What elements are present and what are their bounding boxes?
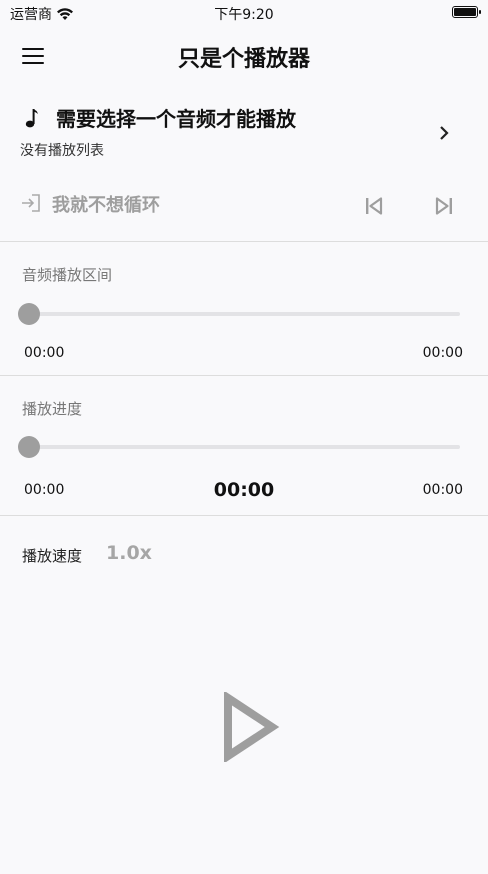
speed-value[interactable]: 1.0x (106, 542, 152, 564)
range-slider-thumb[interactable] (18, 303, 40, 325)
progress-label: 播放进度 (22, 400, 83, 418)
play-icon[interactable] (222, 692, 280, 762)
range-label: 音频播放区间 (22, 266, 113, 284)
divider (0, 241, 488, 242)
range-end-time: 00:00 (422, 345, 463, 361)
skip-next-icon[interactable] (432, 194, 456, 218)
loop-mode-button[interactable]: 我就不想循环 (52, 191, 160, 217)
speed-label: 播放速度 (22, 547, 83, 565)
track-subtitle: 没有播放列表 (20, 143, 104, 159)
range-slider-rail (28, 312, 460, 316)
status-bar: 运营商 下午9:20 (0, 0, 488, 26)
track-title: 需要选择一个音频才能播放 (56, 107, 296, 131)
progress-slider-thumb[interactable] (18, 436, 40, 458)
progress-slider-rail (28, 445, 460, 449)
status-time: 下午9:20 (214, 7, 274, 23)
playback-controls: 我就不想循环 (0, 186, 488, 226)
music-note-icon (25, 109, 38, 128)
chevron-right-icon (440, 126, 449, 140)
progress-current-time: 00:00 (213, 479, 275, 501)
progress-end-time: 00:00 (422, 482, 463, 498)
track-selector[interactable]: 需要选择一个音频才能播放 没有播放列表 (0, 98, 488, 168)
skip-previous-icon[interactable] (362, 194, 386, 218)
range-start-time: 00:00 (24, 345, 65, 361)
progress-slider[interactable] (18, 434, 460, 460)
app-bar: 只是个播放器 (0, 26, 488, 90)
divider (0, 375, 488, 376)
divider (0, 515, 488, 516)
enter-icon[interactable] (20, 192, 42, 214)
battery-icon (452, 6, 481, 18)
page-title: 只是个播放器 (177, 47, 310, 72)
range-slider[interactable] (18, 301, 460, 327)
